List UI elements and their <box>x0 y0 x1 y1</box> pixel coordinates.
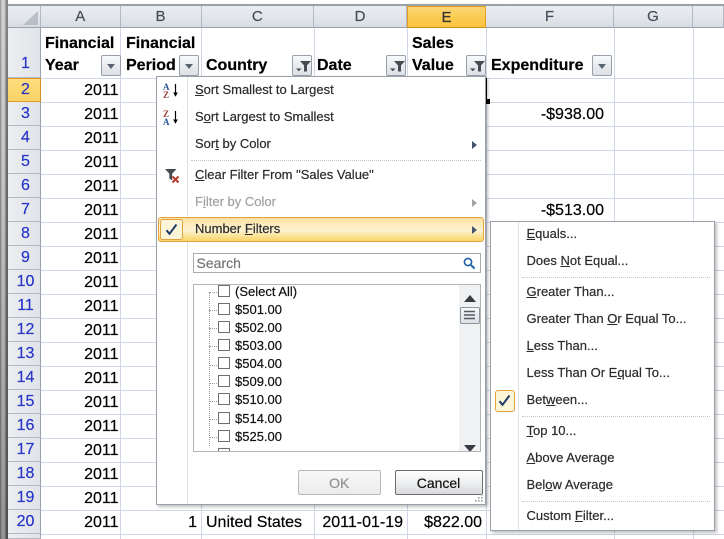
svg-text:Z: Z <box>163 90 169 98</box>
svg-text:A: A <box>163 117 170 125</box>
